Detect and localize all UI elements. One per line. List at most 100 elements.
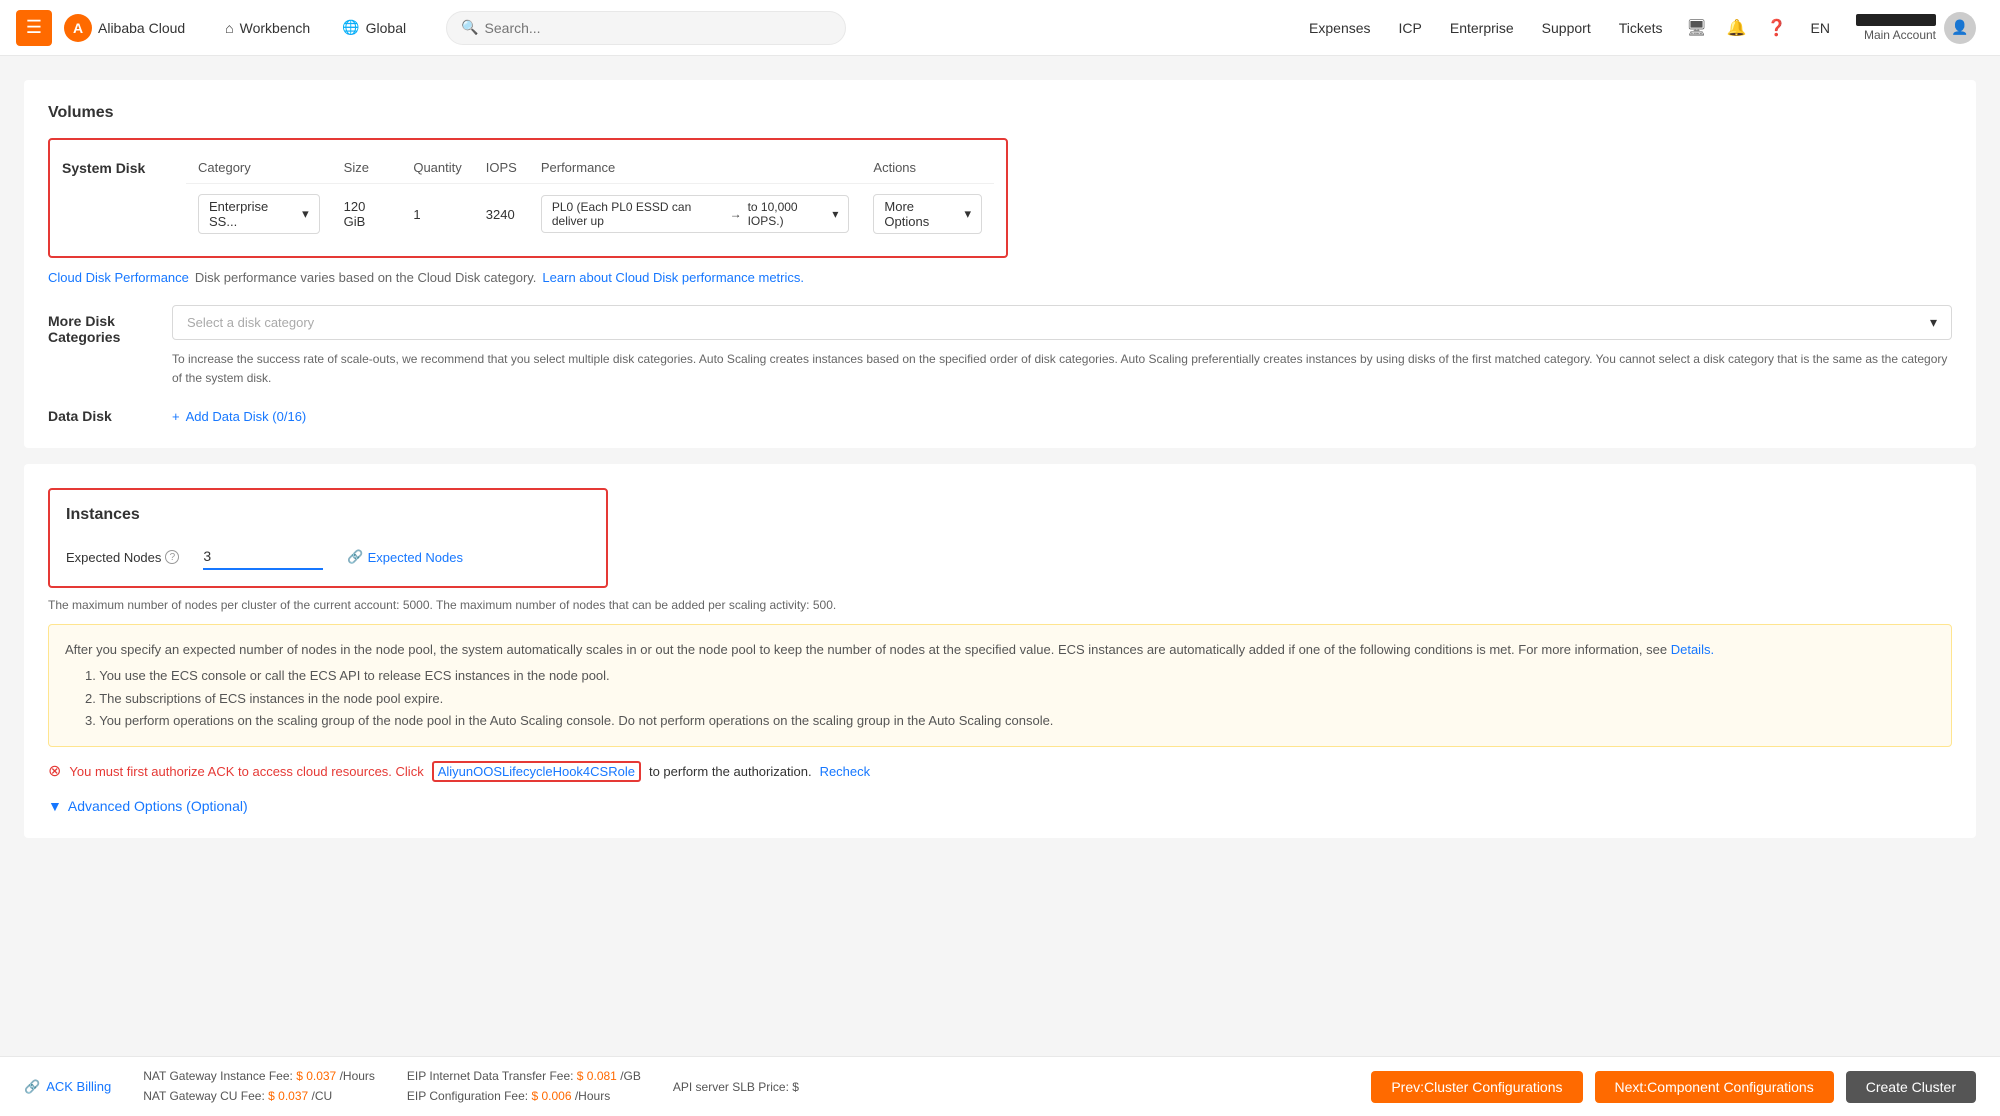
nat-cu-fee: $ 0.037 bbox=[268, 1089, 308, 1103]
disk-size-unit: GiB bbox=[344, 214, 366, 229]
chevron-down-icon: ▾ bbox=[1930, 314, 1937, 331]
more-disk-label: More Disk Categories bbox=[48, 305, 148, 345]
nav-global-label: Global bbox=[366, 20, 406, 36]
help-icon[interactable]: ❓ bbox=[1761, 12, 1793, 44]
menu-button[interactable]: ☰ bbox=[16, 10, 52, 46]
expenses-link[interactable]: Expenses bbox=[1299, 20, 1380, 36]
disk-actions-cell: More Options ▾ bbox=[861, 184, 994, 245]
nat-cu-fee-unit: /CU bbox=[312, 1089, 333, 1103]
footer-buttons: Prev:Cluster Configurations Next:Compone… bbox=[1371, 1071, 1976, 1103]
data-disk-label: Data Disk bbox=[48, 408, 148, 424]
col-category: Category bbox=[186, 152, 332, 184]
category-dropdown[interactable]: Enterprise SS... ▾ bbox=[198, 194, 320, 234]
nav-workbench[interactable]: ⌂ Workbench bbox=[209, 0, 326, 56]
api-slb-fee: API server SLB Price: $ bbox=[673, 1080, 799, 1094]
learn-metrics-link[interactable]: Learn about Cloud Disk performance metri… bbox=[542, 270, 804, 285]
account-bar bbox=[1856, 14, 1936, 26]
disk-iops-cell: 3240 bbox=[474, 184, 529, 245]
tickets-link[interactable]: Tickets bbox=[1609, 20, 1673, 36]
disk-size-value: 120 bbox=[344, 199, 366, 214]
ack-billing-link[interactable]: 🔗 ACK Billing bbox=[24, 1079, 111, 1095]
main-content: Volumes System Disk Category Size Quanti… bbox=[0, 56, 2000, 1056]
list-item: 3. You perform operations on the scaling… bbox=[85, 710, 1935, 732]
plus-icon: + bbox=[172, 409, 180, 424]
info-box: After you specify an expected number of … bbox=[48, 624, 1952, 746]
nat-instance-fee-label: NAT Gateway Instance Fee: bbox=[143, 1069, 293, 1083]
nav-global[interactable]: 🌐 Global bbox=[326, 0, 422, 56]
search-bar[interactable]: 🔍 bbox=[446, 11, 846, 45]
header-right: Expenses ICP Enterprise Support Tickets … bbox=[1299, 12, 1984, 44]
eip-fees-block: EIP Internet Data Transfer Fee: $ 0.081 … bbox=[407, 1067, 641, 1105]
expected-nodes-label: Expected Nodes ? bbox=[66, 550, 179, 565]
create-cluster-button[interactable]: Create Cluster bbox=[1846, 1071, 1976, 1103]
volumes-section: Volumes System Disk Category Size Quanti… bbox=[24, 80, 1976, 448]
list-item: 2. The subscriptions of ECS instances in… bbox=[85, 688, 1935, 710]
volumes-title: Volumes bbox=[48, 104, 1952, 122]
disk-note-text: Disk performance varies based on the Clo… bbox=[195, 270, 537, 285]
logo-icon: A bbox=[64, 14, 92, 42]
advanced-options-label: Advanced Options (Optional) bbox=[68, 798, 248, 814]
actions-dropdown[interactable]: More Options ▾ bbox=[873, 194, 982, 234]
instances-section: Instances Expected Nodes ? 🔗 Expected No… bbox=[24, 464, 1976, 837]
link-icon: 🔗 bbox=[347, 549, 363, 565]
auth-role-link[interactable]: AliyunOOSLifecycleHook4CSRole bbox=[432, 761, 641, 782]
avatar[interactable]: 👤 bbox=[1944, 12, 1976, 44]
logo[interactable]: A Alibaba Cloud bbox=[64, 14, 185, 42]
add-data-disk-button[interactable]: + Add Data Disk (0/16) bbox=[172, 409, 306, 424]
eip-config-fee: $ 0.006 bbox=[531, 1089, 571, 1103]
lang-selector[interactable]: EN bbox=[1801, 20, 1840, 36]
nav-workbench-label: Workbench bbox=[240, 20, 311, 36]
logo-text: Alibaba Cloud bbox=[98, 20, 185, 36]
more-disk-dropdown[interactable]: Select a disk category ▾ bbox=[172, 305, 1952, 340]
advanced-options-row[interactable]: ▼ Advanced Options (Optional) bbox=[48, 798, 1952, 814]
table-row: Enterprise SS... ▾ 120 GiB 1 bbox=[186, 184, 994, 245]
link-icon: 🔗 bbox=[24, 1079, 40, 1095]
next-button[interactable]: Next:Component Configurations bbox=[1595, 1071, 1834, 1103]
col-performance: Performance bbox=[529, 152, 862, 184]
billing-label: ACK Billing bbox=[46, 1079, 111, 1094]
cloud-disk-info: Cloud Disk Performance Disk performance … bbox=[48, 270, 1952, 285]
expected-nodes-input[interactable] bbox=[203, 544, 323, 570]
disk-quantity-cell: 1 bbox=[401, 184, 473, 245]
max-nodes-note: The maximum number of nodes per cluster … bbox=[48, 598, 1952, 612]
disk-performance-cell: PL0 (Each PL0 ESSD can deliver up → to 1… bbox=[529, 184, 862, 245]
info-list: 1. You use the ECS console or call the E… bbox=[65, 665, 1935, 731]
footer: 🔗 ACK Billing NAT Gateway Instance Fee: … bbox=[0, 1056, 2000, 1116]
icp-link[interactable]: ICP bbox=[1389, 20, 1432, 36]
recheck-link[interactable]: Recheck bbox=[820, 764, 871, 779]
instances-highlight: Instances Expected Nodes ? 🔗 Expected No… bbox=[48, 488, 608, 588]
global-icon: 🌐 bbox=[342, 19, 359, 36]
category-value: Enterprise SS... bbox=[209, 199, 298, 229]
enterprise-link[interactable]: Enterprise bbox=[1440, 20, 1524, 36]
eip-config-fee-label: EIP Configuration Fee: bbox=[407, 1089, 528, 1103]
arrow-right-icon: → bbox=[730, 207, 742, 221]
col-quantity: Quantity bbox=[401, 152, 473, 184]
performance-value: PL0 (Each PL0 ESSD can deliver up bbox=[552, 200, 724, 228]
account-area[interactable]: Main Account 👤 bbox=[1848, 12, 1984, 44]
bell-icon[interactable]: 🔔 bbox=[1721, 12, 1753, 44]
eip-transfer-fee: $ 0.081 bbox=[577, 1069, 617, 1083]
col-actions: Actions bbox=[861, 152, 994, 184]
search-icon: 🔍 bbox=[461, 19, 478, 36]
disk-size-cell: 120 GiB bbox=[332, 184, 402, 245]
hamburger-icon: ☰ bbox=[26, 17, 42, 38]
monitor-icon[interactable]: 🖥 bbox=[1681, 12, 1713, 44]
error-circle-icon: ⊗ bbox=[48, 761, 61, 781]
performance-dropdown[interactable]: PL0 (Each PL0 ESSD can deliver up → to 1… bbox=[541, 195, 850, 233]
chevron-down-icon: ▾ bbox=[302, 206, 309, 222]
support-link[interactable]: Support bbox=[1532, 20, 1601, 36]
prev-button[interactable]: Prev:Cluster Configurations bbox=[1371, 1071, 1582, 1103]
more-disk-description: To increase the success rate of scale-ou… bbox=[172, 350, 1952, 388]
disk-iops-value: 3240 bbox=[486, 207, 515, 222]
search-input[interactable] bbox=[485, 20, 832, 36]
instances-title: Instances bbox=[66, 506, 590, 524]
help-circle-icon[interactable]: ? bbox=[165, 550, 179, 564]
system-disk-label: System Disk bbox=[62, 152, 162, 176]
cloud-disk-performance-link[interactable]: Cloud Disk Performance bbox=[48, 270, 189, 285]
nat-instance-fee: $ 0.037 bbox=[296, 1069, 336, 1083]
expected-nodes-row: Expected Nodes ? 🔗 Expected Nodes bbox=[66, 544, 590, 570]
expected-nodes-link[interactable]: 🔗 Expected Nodes bbox=[347, 549, 463, 565]
nat-fees-block: NAT Gateway Instance Fee: $ 0.037 /Hours… bbox=[143, 1067, 375, 1105]
details-link[interactable]: Details. bbox=[1671, 642, 1714, 657]
header: ☰ A Alibaba Cloud ⌂ Workbench 🌐 Global 🔍… bbox=[0, 0, 2000, 56]
